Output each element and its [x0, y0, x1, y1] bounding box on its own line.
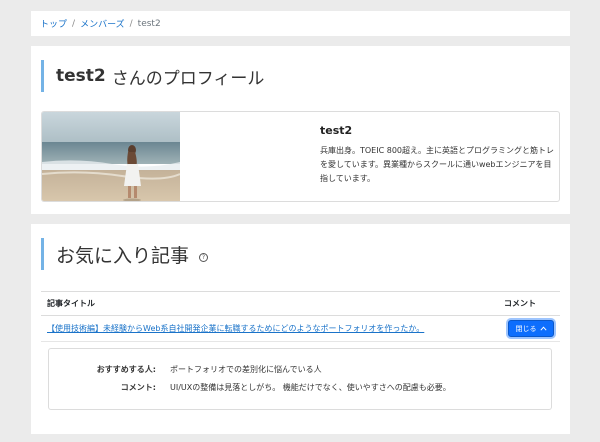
favorites-title: お気に入り記事: [56, 244, 190, 267]
profile-box: test2 兵庫出身。TOEIC 800超え。主に英語とプログラミングと筋トレを…: [41, 111, 560, 202]
close-comment-button[interactable]: 閉じる: [508, 320, 554, 337]
comment-detail-box: おすすめする人: ポートフォリオでの差別化に悩んでいる人 コメント: UI/UX…: [48, 348, 552, 410]
help-icon[interactable]: ?: [199, 252, 209, 262]
column-header-comment: コメント: [504, 299, 536, 308]
breadcrumb: トップ / メンバーズ / test2: [31, 11, 570, 36]
comment-row: コメント: UI/UXの整備は見落としがち。 機能だけでなく、使いやすさへの配慮…: [49, 382, 451, 393]
favorites-card: お気に入り記事 ? 記事タイトル コメント 【使用技術編】未経験からWeb系自社…: [31, 224, 570, 434]
comment-label: コメント:: [120, 383, 156, 392]
close-button-label: 閉じる: [515, 324, 537, 333]
profile-heading-suffix: さんのプロフィール: [111, 68, 265, 89]
recommend-value: ポートフォリオでの差別化に悩んでいる人: [170, 365, 322, 374]
breadcrumb-members-link[interactable]: メンバーズ: [80, 17, 125, 30]
breadcrumb-separator: /: [72, 18, 76, 29]
breadcrumb-separator: /: [129, 18, 133, 29]
comment-value: UI/UXの整備は見落としがち。 機能だけでなく、使いやすさへの配慮も必要。: [170, 383, 451, 392]
profile-username: test2: [56, 66, 106, 86]
profile-photo: [42, 112, 180, 201]
recommend-row: おすすめする人: ポートフォリオでの差別化に悩んでいる人: [49, 364, 322, 375]
profile-display-name: test2: [320, 124, 353, 137]
breadcrumb-top-link[interactable]: トップ: [40, 17, 67, 30]
favorites-table: 記事タイトル コメント 【使用技術編】未経験からWeb系自社開発企業に転職するた…: [41, 291, 560, 342]
recommend-label: おすすめする人:: [96, 365, 156, 374]
article-title-link[interactable]: 【使用技術編】未経験からWeb系自社開発企業に転職するためにどのようなポートフォ…: [41, 323, 508, 334]
breadcrumb-current: test2: [137, 18, 161, 29]
column-header-title: 記事タイトル: [47, 299, 95, 308]
table-row: 【使用技術編】未経験からWeb系自社開発企業に転職するためにどのようなポートフォ…: [41, 316, 560, 342]
page-title: test2 さんのプロフィール: [41, 60, 264, 92]
favorites-heading: お気に入り記事 ?: [41, 238, 209, 270]
profile-bio: 兵庫出身。TOEIC 800超え。主に英語とプログラミングと筋トレを愛しています…: [320, 146, 554, 183]
profile-card: test2 さんのプロフィール test2 兵庫出身。TOEIC 800超え。主…: [31, 46, 570, 214]
table-header: 記事タイトル コメント: [41, 291, 560, 316]
chevron-up-icon: [539, 325, 547, 333]
